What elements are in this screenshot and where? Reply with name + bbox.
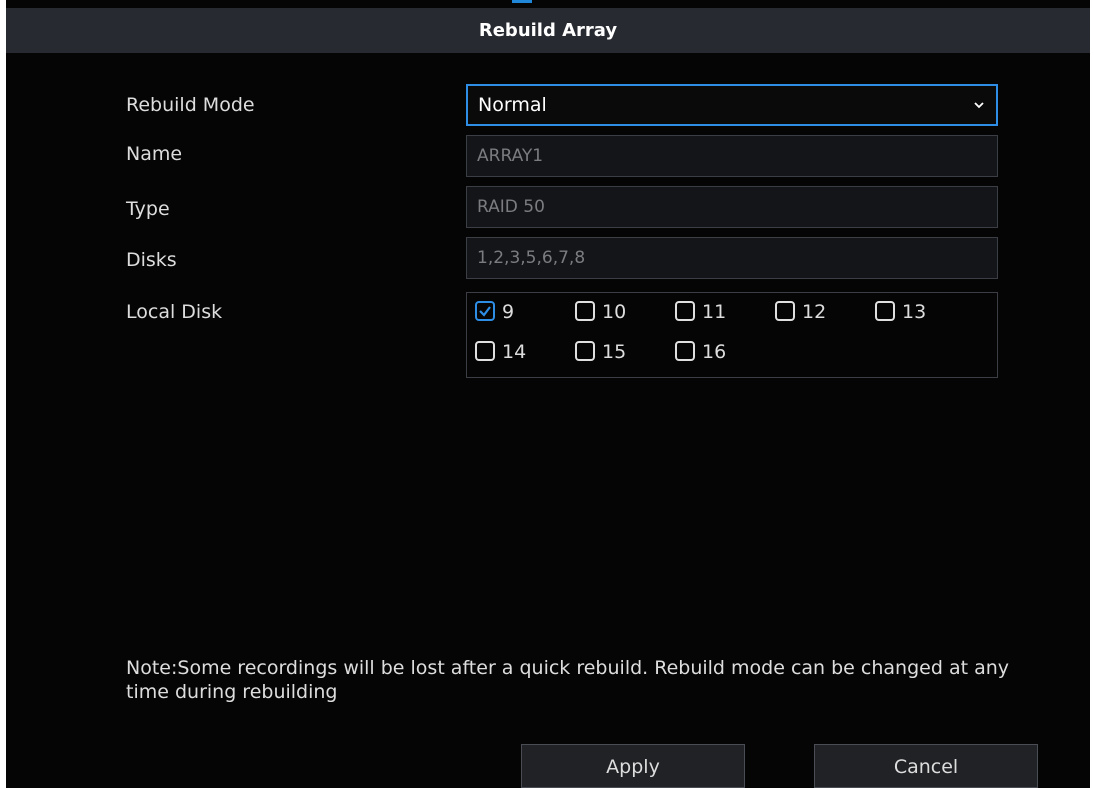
disk-checkbox-11[interactable]: 11 [675, 300, 745, 324]
disk-label: 10 [602, 301, 627, 323]
window-indicator [512, 0, 532, 3]
name-label: Name [126, 143, 183, 165]
checkbox-icon [575, 341, 595, 361]
title-bar: Rebuild Array [6, 8, 1090, 53]
checkbox-icon [675, 301, 695, 321]
disk-label: 12 [802, 301, 827, 323]
disk-checkbox-12[interactable]: 12 [775, 300, 845, 324]
disk-checkbox-10[interactable]: 10 [575, 300, 645, 324]
disk-label: 9 [502, 301, 515, 323]
checkbox-icon [675, 341, 695, 361]
checkbox-checked-icon [475, 301, 495, 321]
disks-label: Disks [126, 249, 177, 271]
disk-checkbox-9[interactable]: 9 [475, 300, 535, 324]
checkbox-icon [875, 301, 895, 321]
cancel-button[interactable]: Cancel [814, 744, 1038, 788]
disk-checkbox-15[interactable]: 15 [575, 340, 645, 364]
disk-label: 13 [902, 301, 927, 323]
disks-field: 1,2,3,5,6,7,8 [466, 237, 998, 279]
type-field: RAID 50 [466, 186, 998, 228]
rebuild-mode-select[interactable]: Normal [466, 84, 998, 126]
apply-button[interactable]: Apply [521, 744, 745, 788]
type-label: Type [126, 198, 170, 220]
disk-label: 16 [702, 341, 727, 363]
rebuild-mode-value: Normal [478, 94, 547, 116]
disk-label: 11 [702, 301, 727, 323]
checkbox-icon [775, 301, 795, 321]
disk-checkbox-13[interactable]: 13 [875, 300, 945, 324]
rebuild-mode-label: Rebuild Mode [126, 94, 255, 116]
rebuild-note: Note:Some recordings will be lost after … [126, 657, 1009, 703]
disk-checkbox-14[interactable]: 14 [475, 340, 545, 364]
rebuild-array-dialog: Rebuild Array Rebuild Mode Normal Name A… [6, 0, 1090, 788]
dialog-title: Rebuild Array [478, 20, 618, 41]
chevron-down-icon [974, 102, 984, 109]
local-disk-label: Local Disk [126, 301, 223, 323]
disk-label: 14 [502, 341, 527, 363]
name-field: ARRAY1 [466, 135, 998, 177]
disk-checkbox-16[interactable]: 16 [675, 340, 745, 364]
checkbox-icon [475, 341, 495, 361]
local-disk-group: 9 10 11 12 13 14 15 16 [466, 292, 998, 378]
disk-label: 15 [602, 341, 627, 363]
checkbox-icon [575, 301, 595, 321]
